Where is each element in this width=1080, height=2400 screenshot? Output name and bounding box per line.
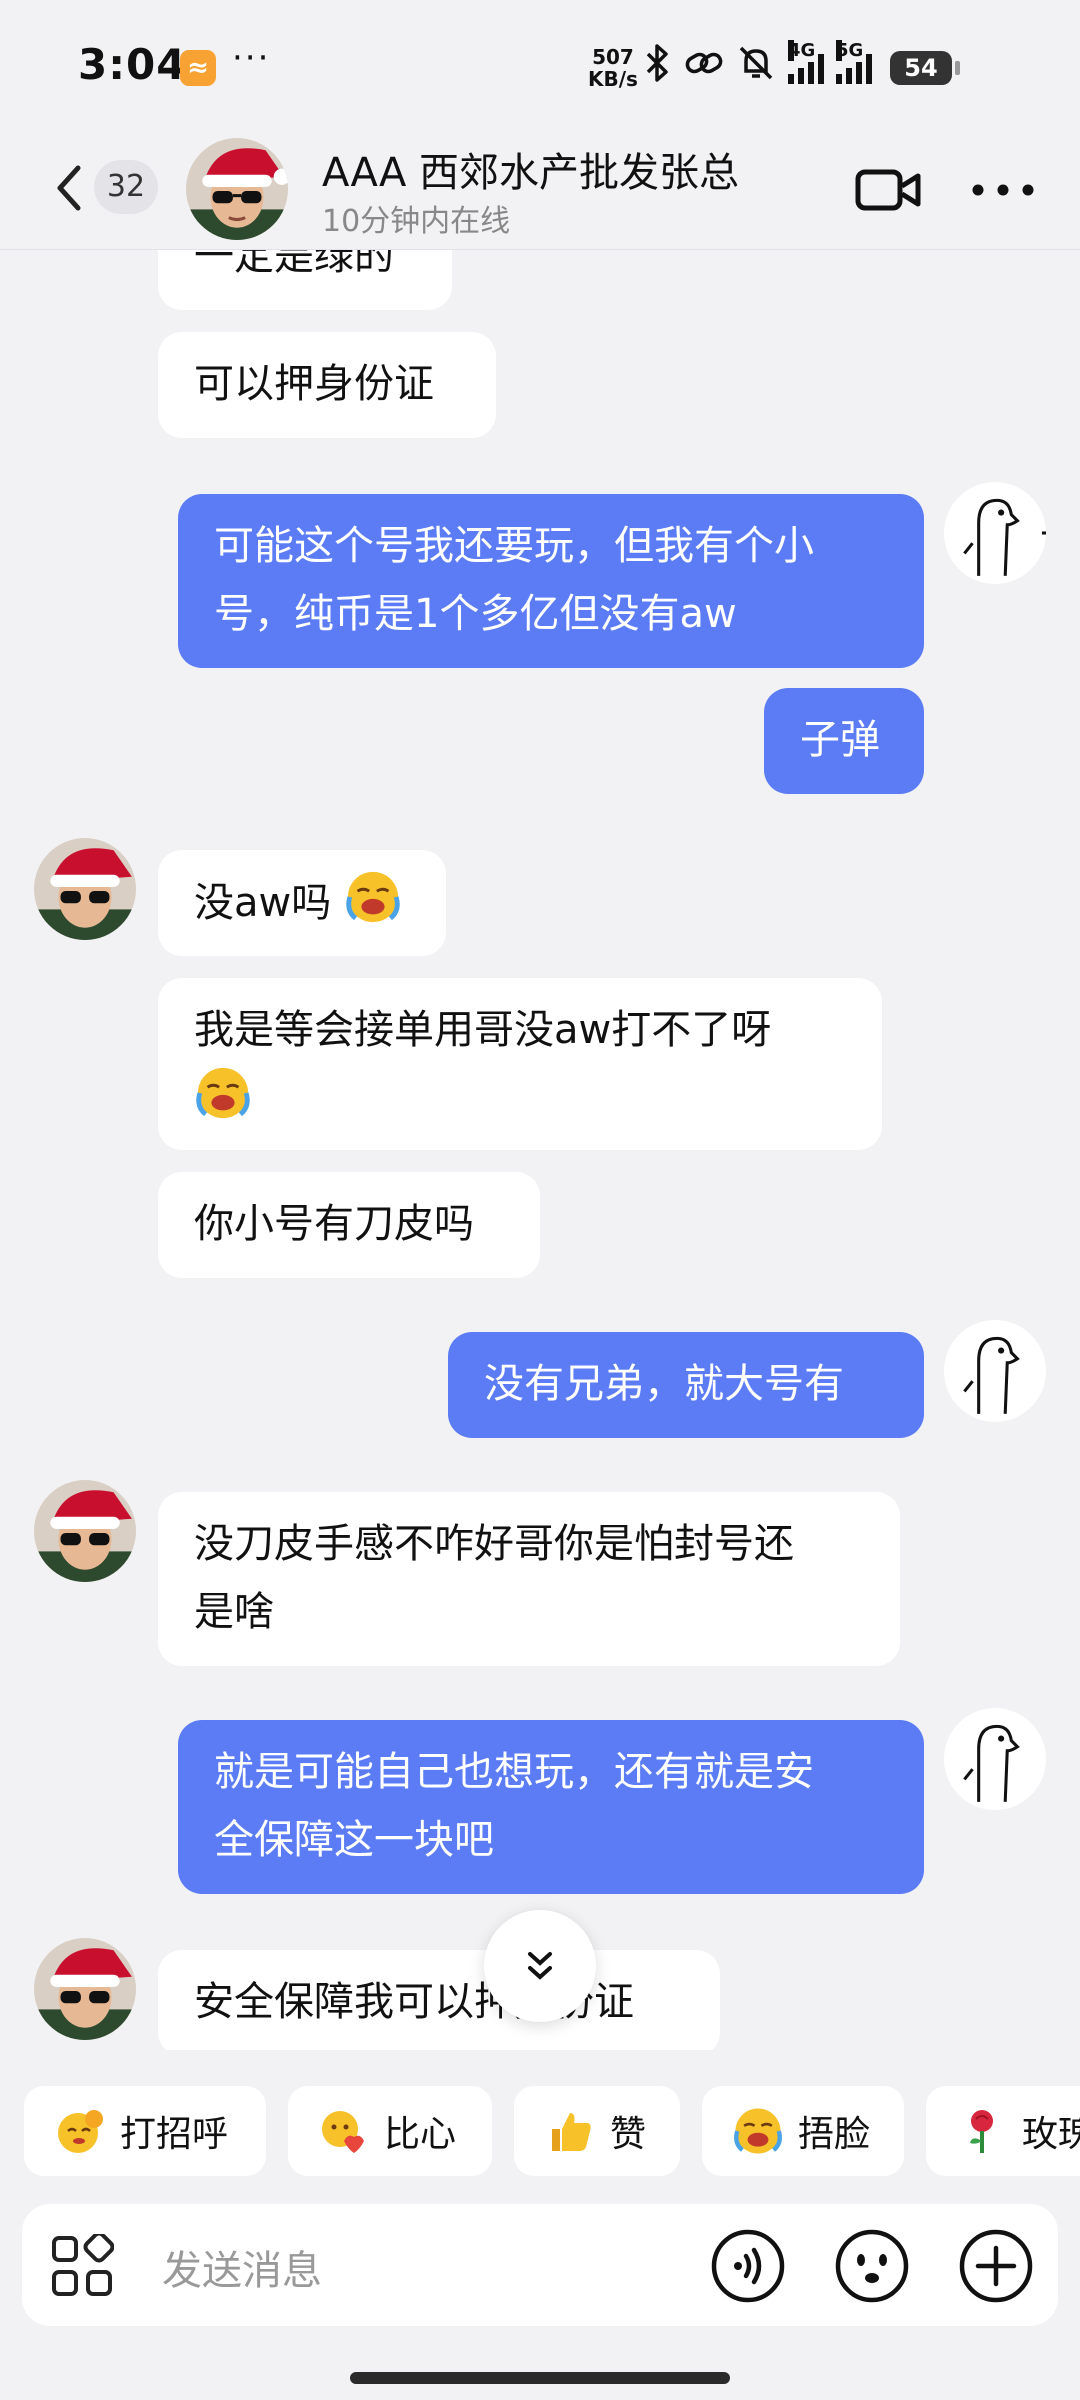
- network-speed: 507 KB/s: [588, 46, 638, 90]
- quick-reply-label: 捂脸: [798, 2114, 871, 2155]
- quick-reply-chip[interactable]: 比心: [288, 2086, 492, 2176]
- contact-avatar[interactable]: [34, 838, 136, 940]
- signal-4g-icon: 4G: [788, 40, 824, 84]
- message-bubble-outgoing[interactable]: 没有兄弟，就大号有: [448, 1332, 924, 1438]
- message-text: 一定是绿的: [194, 250, 394, 279]
- emoji-button[interactable]: [834, 2228, 910, 2304]
- message-bubble-outgoing[interactable]: 子弹: [764, 688, 924, 794]
- plus-icon: [959, 2229, 1033, 2303]
- message-text: 你小号有刀皮吗: [194, 1201, 474, 1247]
- battery-indicator: 54: [890, 51, 960, 85]
- message-bubble-incoming[interactable]: 可以押身份证: [158, 332, 496, 438]
- message-input-bar: 发送消息: [22, 2204, 1058, 2326]
- message-text: 我是等会接单用哥没aw打不了呀: [194, 1007, 772, 1053]
- smiley-face-icon: [835, 2229, 909, 2303]
- self-avatar[interactable]: [944, 482, 1046, 584]
- message-list[interactable]: 一定是绿的 可以押身份证 可能这个号我还要玩，但我有个小 号，纯币是1个多亿但没…: [0, 250, 1080, 2050]
- plus-more-button[interactable]: [958, 2228, 1034, 2304]
- apps-grid-button[interactable]: [50, 2231, 115, 2298]
- message-bubble-incoming[interactable]: 没刀皮手感不咋好哥你是怕封号还 是啥: [158, 1492, 900, 1666]
- more-options-button[interactable]: [968, 170, 1038, 210]
- message-text-line: 是啥: [194, 1589, 274, 1635]
- contact-avatar[interactable]: [34, 1938, 136, 2040]
- message-bubble-outgoing[interactable]: 就是可能自己也想玩，还有就是安 全保障这一块吧: [178, 1720, 924, 1894]
- facepalm-emoji-icon: [196, 1067, 250, 1119]
- quick-reply-chip[interactable]: 捂脸: [702, 2086, 904, 2176]
- scroll-to-bottom-button[interactable]: [484, 1910, 596, 2022]
- message-bubble-incoming[interactable]: 我是等会接单用哥没aw打不了呀: [158, 978, 882, 1150]
- chat-header: 32 AAA 西郊水产批发张总 10分钟内在线: [0, 130, 1080, 250]
- signal-5g-label: 5G: [836, 40, 864, 61]
- quick-reply-chip[interactable]: 打招呼: [24, 2086, 266, 2176]
- message-text: 没aw吗: [194, 880, 332, 926]
- contact-avatar[interactable]: [34, 1480, 136, 1582]
- contact-name[interactable]: AAA 西郊水产批发张总: [322, 140, 739, 198]
- voice-input-button[interactable]: [710, 2228, 786, 2304]
- message-text: 没有兄弟，就大号有: [484, 1361, 844, 1407]
- unread-count-badge[interactable]: 32: [94, 160, 158, 214]
- message-text-line: 全保障这一块吧: [214, 1817, 494, 1863]
- signal-4g-label: 4G: [788, 40, 816, 61]
- message-input[interactable]: 发送消息: [162, 2238, 322, 2296]
- home-indicator[interactable]: [350, 2372, 730, 2384]
- voice-wave-icon: [711, 2229, 785, 2303]
- signal-5g-icon: 5G: [836, 40, 872, 84]
- contact-avatar[interactable]: [186, 138, 288, 240]
- message-bubble-outgoing[interactable]: 可能这个号我还要玩，但我有个小 号，纯币是1个多亿但没有aw: [178, 494, 924, 668]
- quick-reply-label: 比心: [384, 2114, 457, 2155]
- contact-online-status: 10分钟内在线: [322, 204, 511, 239]
- message-text-line: 就是可能自己也想玩，还有就是安: [214, 1749, 814, 1795]
- message-bubble-incoming[interactable]: 你小号有刀皮吗: [158, 1172, 540, 1278]
- message-text: 可以押身份证: [194, 361, 434, 407]
- message-text-line: 可能这个号我还要玩，但我有个小: [214, 523, 814, 569]
- double-chevron-down-icon: [528, 1952, 552, 1980]
- more-dots-icon: [972, 184, 1034, 196]
- message-text: 子弹: [800, 717, 880, 763]
- quick-reply-label: 赞: [610, 2114, 647, 2155]
- wave-emoji-icon: [58, 2110, 103, 2153]
- link-icon: [684, 43, 724, 94]
- status-bar: 3:04 ≈ ··· 507 KB/s 4G 5G 54: [0, 0, 1080, 130]
- facepalm-emoji-icon: [734, 2108, 782, 2154]
- self-avatar[interactable]: [944, 1708, 1046, 1810]
- network-speed-unit: KB/s: [588, 67, 638, 91]
- bluetooth-icon: [642, 43, 672, 94]
- message-bubble-incoming[interactable]: 一定是绿的: [158, 250, 452, 310]
- network-speed-value: 507: [592, 45, 634, 69]
- video-call-button[interactable]: [854, 160, 924, 220]
- quick-reply-chip[interactable]: 玫瑰: [926, 2086, 1080, 2176]
- self-avatar[interactable]: [944, 1320, 1046, 1422]
- video-camera-icon: [855, 169, 921, 211]
- message-text-line: 号，纯币是1个多亿但没有aw: [214, 591, 737, 637]
- quick-reply-label: 玫瑰: [1022, 2114, 1080, 2155]
- chevron-left-icon: [57, 165, 81, 211]
- grid-apps-icon: [52, 2231, 115, 2296]
- status-time: 3:04: [78, 40, 187, 89]
- message-bubble-incoming[interactable]: 安全保障我可以押身份证: [158, 1950, 720, 2050]
- status-more-dots: ···: [232, 38, 271, 78]
- rose-emoji-icon: [970, 2110, 993, 2153]
- facepalm-emoji-icon: [346, 871, 400, 923]
- message-bubble-incoming[interactable]: 没aw吗: [158, 850, 446, 956]
- quick-reply-label: 打招呼: [120, 2114, 229, 2155]
- quick-reaction-bar: 打招呼 比心 赞 捂脸 玫瑰: [0, 2080, 1080, 2180]
- message-text-line: 没刀皮手感不咋好哥你是怕封号还: [194, 1521, 794, 1567]
- quick-reply-chip[interactable]: 赞: [514, 2086, 680, 2176]
- mute-bell-icon: [736, 43, 776, 94]
- heart-hands-emoji-icon: [322, 2111, 364, 2153]
- status-icons: 4G 5G 54: [642, 40, 960, 90]
- orange-app-icon: ≈: [180, 50, 216, 86]
- thumbs-up-emoji-icon: [552, 2113, 591, 2151]
